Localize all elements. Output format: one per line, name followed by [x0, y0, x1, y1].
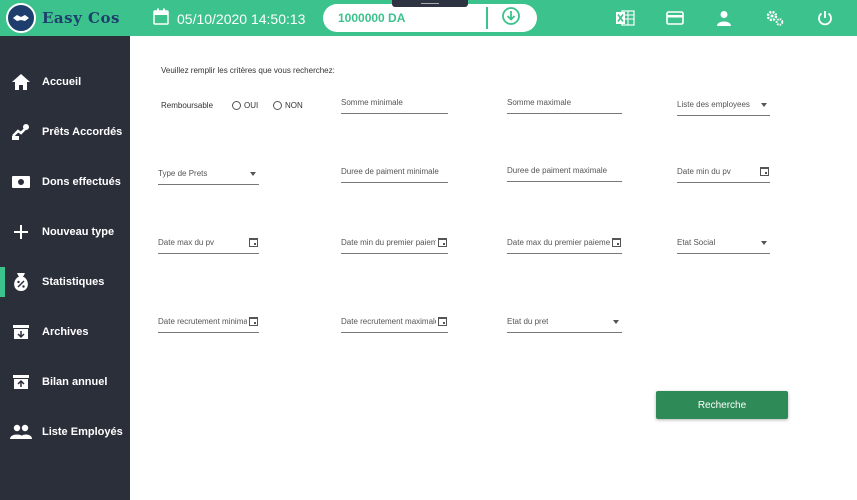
date-min-premier-placeholder: Date min du premier paiement — [341, 238, 436, 247]
search-form: Veuillez remplir les critères que vous r… — [130, 36, 857, 500]
calendar-icon[interactable] — [249, 317, 258, 326]
duree-min-placeholder: Duree de paiment minimale — [341, 167, 439, 176]
sidebar-item-liste-employes[interactable]: Liste Employés — [0, 415, 130, 449]
sidebar-item-prets[interactable]: Prêts Accordés — [0, 115, 130, 149]
date-recrut-max-picker[interactable]: Date recrutement maximale — [341, 317, 448, 333]
money-icon — [10, 171, 32, 193]
dropdown-arrow-icon — [761, 103, 767, 107]
logo-handshake-icon — [6, 3, 36, 33]
sidebar-item-dons[interactable]: Dons effectués — [0, 165, 130, 199]
download-icon[interactable] — [501, 6, 521, 31]
credit-card-icon[interactable] — [665, 8, 685, 28]
settings-icon[interactable] — [765, 8, 785, 28]
duree-min-input[interactable]: Duree de paiment minimale — [341, 167, 448, 183]
app-logo: Easy Cos — [0, 0, 130, 36]
date-max-premier-placeholder: Date max du premier paiement — [507, 238, 610, 247]
sidebar: Accueil Prêts Accordés Dons effectués No… — [0, 36, 130, 500]
date-max-pv-picker[interactable]: Date max du pv — [158, 238, 259, 254]
date-recrut-min-picker[interactable]: Date recrutement minimale — [158, 317, 259, 333]
datetime-text: 05/10/2020 14:50:13 — [177, 11, 306, 27]
dropdown-arrow-icon — [761, 241, 767, 245]
duree-max-placeholder: Duree de paiment maximale — [507, 166, 608, 175]
sidebar-item-label: Dons effectués — [42, 176, 121, 188]
liste-employes-select[interactable]: Liste des employees — [677, 100, 770, 116]
date-min-pv-picker[interactable]: Date min du pv — [677, 167, 770, 183]
somme-max-input[interactable]: Somme maximale — [507, 98, 622, 114]
radio-circle — [232, 101, 241, 110]
date-recrut-min-placeholder: Date recrutement minimale — [158, 317, 247, 326]
excel-icon[interactable] — [615, 8, 635, 28]
duree-max-input[interactable]: Duree de paiment maximale — [507, 166, 622, 182]
sidebar-item-nouveau-type[interactable]: Nouveau type — [0, 215, 130, 249]
date-max-premier-picker[interactable]: Date max du premier paiement — [507, 238, 622, 254]
sidebar-item-label: Archives — [42, 326, 89, 338]
balance-divider — [486, 7, 488, 29]
sidebar-item-label: Prêts Accordés — [42, 126, 123, 138]
bilan-icon — [10, 371, 32, 393]
type-prets-select[interactable]: Type de Prets — [158, 169, 259, 185]
calendar-icon[interactable] — [612, 238, 621, 247]
user-icon[interactable] — [714, 8, 734, 28]
people-icon — [10, 421, 32, 443]
power-icon[interactable] — [815, 8, 835, 28]
calendar-icon — [153, 8, 169, 30]
archive-icon — [10, 321, 32, 343]
radio-oui-label: OUI — [244, 101, 259, 110]
etat-pret-placeholder: Etat du pret — [507, 317, 549, 326]
balance-box: 1000000 DA — [323, 4, 537, 32]
somme-min-input[interactable]: Somme minimale — [341, 98, 448, 114]
top-bar: Easy Cos 05/10/2020 14:50:13 1000000 DA — [0, 0, 857, 36]
form-intro: Veuillez remplir les critères que vous r… — [161, 66, 335, 75]
type-prets-placeholder: Type de Prets — [158, 169, 208, 178]
stats-icon — [10, 271, 32, 293]
sidebar-item-statistiques[interactable]: Statistiques — [0, 265, 130, 299]
calendar-icon[interactable] — [438, 317, 447, 326]
date-min-pv-placeholder: Date min du pv — [677, 167, 731, 176]
remboursable-label: Remboursable — [161, 101, 214, 110]
home-icon — [10, 71, 32, 93]
search-button[interactable]: Recherche — [656, 391, 788, 419]
dropdown-arrow-icon — [250, 172, 256, 176]
sidebar-item-archives[interactable]: Archives — [0, 315, 130, 349]
somme-max-placeholder: Somme maximale — [507, 98, 572, 107]
etat-social-select[interactable]: Etat Social — [677, 238, 770, 254]
balance-value: 1000000 DA — [338, 11, 406, 25]
datetime-display: 05/10/2020 14:50:13 — [153, 8, 305, 30]
date-recrut-max-placeholder: Date recrutement maximale — [341, 317, 436, 326]
radio-circle — [273, 101, 282, 110]
dropdown-arrow-icon — [613, 320, 619, 324]
plus-icon — [10, 221, 32, 243]
sidebar-item-label: Bilan annuel — [42, 376, 108, 388]
radio-oui[interactable]: OUI — [232, 101, 258, 110]
sidebar-item-bilan-annuel[interactable]: Bilan annuel — [0, 365, 130, 399]
sidebar-item-label: Statistiques — [42, 276, 105, 288]
sidebar-item-label: Liste Employés — [42, 426, 123, 438]
sidebar-item-accueil[interactable]: Accueil — [0, 65, 130, 99]
etat-pret-select[interactable]: Etat du pret — [507, 317, 622, 333]
date-max-pv-placeholder: Date max du pv — [158, 238, 215, 247]
window-drag-handle[interactable] — [392, 0, 468, 7]
etat-social-placeholder: Etat Social — [677, 238, 716, 247]
sidebar-item-label: Accueil — [42, 76, 82, 88]
calendar-icon[interactable] — [249, 238, 258, 247]
liste-employes-placeholder: Liste des employees — [677, 100, 750, 109]
calendar-icon[interactable] — [438, 238, 447, 247]
sidebar-item-label: Nouveau type — [42, 226, 115, 238]
radio-non-label: NON — [285, 101, 303, 110]
logo-text: Easy Cos — [42, 9, 120, 27]
date-min-premier-picker[interactable]: Date min du premier paiement — [341, 238, 448, 254]
somme-min-placeholder: Somme minimale — [341, 98, 403, 107]
calendar-icon[interactable] — [760, 167, 769, 176]
loan-icon — [10, 121, 32, 143]
radio-non[interactable]: NON — [273, 101, 303, 110]
